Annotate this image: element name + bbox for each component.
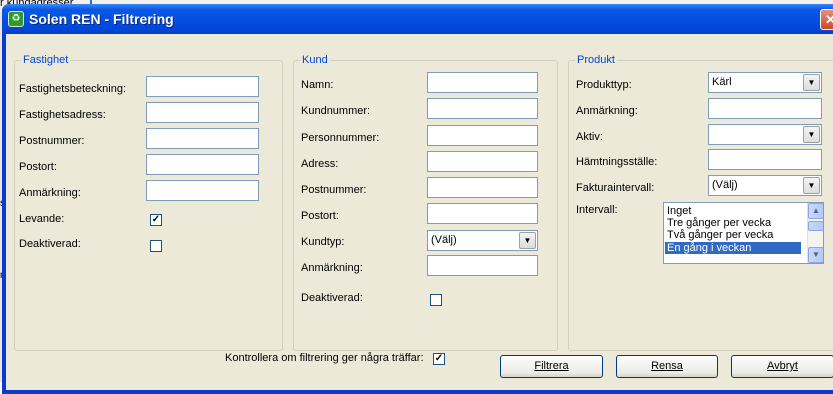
kund-legend: Kund — [302, 54, 328, 66]
hamtningsstalle-label: Hämtningsställe: — [576, 156, 658, 168]
chevron-down-icon[interactable]: ▼ — [803, 177, 820, 194]
produkt-anmarkning-input[interactable] — [708, 98, 822, 119]
scroll-up-icon[interactable]: ▲ — [808, 203, 823, 219]
fastighet-legend: Fastighet — [23, 54, 69, 66]
kund-deaktiverad-label: Deaktiverad: — [301, 292, 363, 304]
fastighetsadress-label: Fastighetsadress: — [19, 109, 106, 121]
kund-postnummer-input[interactable] — [427, 177, 538, 198]
personnummer-input[interactable] — [427, 125, 538, 146]
aktiv-select[interactable]: ▼ — [708, 124, 822, 145]
fastighetsbeteckning-input[interactable] — [146, 76, 259, 97]
scroll-down-icon[interactable]: ▼ — [808, 247, 823, 263]
fastighet-postnummer-input[interactable] — [146, 128, 259, 149]
fakturaintervall-value: (Välj) — [712, 179, 738, 191]
intervall-option[interactable]: Två gånger per vecka — [667, 229, 773, 241]
personnummer-label: Personnummer: — [301, 132, 380, 144]
produkt-legend: Produkt — [577, 54, 615, 66]
kundnummer-input[interactable] — [427, 98, 538, 119]
produkttyp-label: Produkttyp: — [576, 79, 632, 91]
chevron-down-icon[interactable]: ▼ — [803, 126, 820, 143]
namn-input[interactable] — [427, 72, 538, 93]
close-button[interactable]: ✕ — [820, 9, 833, 30]
intervall-scrollbar[interactable]: ▲ ▼ — [807, 203, 823, 263]
hamtningsstalle-input[interactable] — [708, 149, 822, 170]
fastighet-group: Fastighet — [14, 54, 283, 351]
produkt-anmarkning-label: Anmärkning: — [576, 105, 638, 117]
title-bar[interactable]: ♻ Solen REN - Filtrering ✕ — [2, 4, 833, 34]
produkttyp-select[interactable]: Kärl ▼ — [708, 72, 822, 93]
kund-postnummer-label: Postnummer: — [301, 184, 367, 196]
kontrollera-checkbox[interactable]: ✓ — [433, 353, 445, 365]
intervall-option[interactable]: Tre gånger per vecka — [667, 217, 771, 229]
kund-anmarkning-label: Anmärkning: — [301, 262, 363, 274]
filtrera-button[interactable]: Filtrera — [500, 355, 603, 378]
avbryt-button[interactable]: Avbryt — [731, 355, 833, 378]
levande-label: Levande: — [19, 213, 65, 225]
fakturaintervall-label: Fakturaintervall: — [576, 182, 655, 194]
kund-deaktiverad-checkbox[interactable] — [430, 294, 442, 306]
intervall-option[interactable]: Inget — [667, 205, 691, 217]
fastighet-postort-input[interactable] — [146, 154, 259, 175]
kundnummer-label: Kundnummer: — [301, 105, 371, 117]
scroll-thumb[interactable] — [808, 221, 823, 231]
fastighet-deaktiverad-label: Deaktiverad: — [19, 238, 81, 250]
chevron-down-icon[interactable]: ▼ — [519, 232, 536, 249]
fakturaintervall-select[interactable]: (Välj) ▼ — [708, 175, 822, 196]
filter-dialog: ♻ Solen REN - Filtrering ✕ Fastighet Fas… — [2, 4, 833, 394]
intervall-label: Intervall: — [576, 204, 618, 216]
fastighet-anmarkning-label: Anmärkning: — [19, 187, 81, 199]
kundtyp-label: Kundtyp: — [301, 236, 345, 248]
kontrollera-label: Kontrollera om filtrering ger några träf… — [225, 352, 424, 364]
fastighetsadress-input[interactable] — [146, 102, 259, 123]
recycle-icon: ♻ — [8, 11, 24, 27]
rensa-button[interactable]: Rensa — [616, 355, 718, 378]
fastighetsbeteckning-label: Fastighetsbeteckning: — [19, 83, 127, 95]
kund-anmarkning-input[interactable] — [427, 255, 538, 276]
window-title: Solen REN - Filtrering — [29, 11, 174, 27]
rensa-button-label: Rensa — [651, 360, 683, 372]
fastighet-postort-label: Postort: — [19, 161, 57, 173]
kundtyp-value: (Välj) — [431, 234, 457, 246]
fastighet-anmarkning-input[interactable] — [146, 180, 259, 201]
filtrera-button-label: Filtrera — [534, 360, 569, 372]
chevron-down-icon[interactable]: ▼ — [803, 74, 820, 91]
kundtyp-select[interactable]: (Välj) ▼ — [427, 230, 538, 251]
aktiv-label: Aktiv: — [576, 131, 603, 143]
levande-checkbox[interactable]: ✓ — [150, 214, 162, 226]
avbryt-button-label: Avbryt — [767, 360, 798, 372]
produkttyp-value: Kärl — [712, 76, 732, 88]
kund-adress-label: Adress: — [301, 158, 339, 170]
intervall-listbox[interactable]: Inget Tre gånger per vecka Två gånger pe… — [663, 202, 824, 264]
kund-postort-label: Postort: — [301, 210, 339, 222]
kund-adress-input[interactable] — [427, 151, 538, 172]
fastighet-deaktiverad-checkbox[interactable] — [150, 240, 162, 252]
dialog-client-area: Fastighet Fastighetsbeteckning: Fastighe… — [6, 34, 833, 390]
intervall-option-selected[interactable]: En gång i veckan — [665, 242, 801, 254]
kund-postort-input[interactable] — [427, 203, 538, 224]
namn-label: Namn: — [301, 79, 334, 91]
fastighet-postnummer-label: Postnummer: — [19, 135, 85, 147]
